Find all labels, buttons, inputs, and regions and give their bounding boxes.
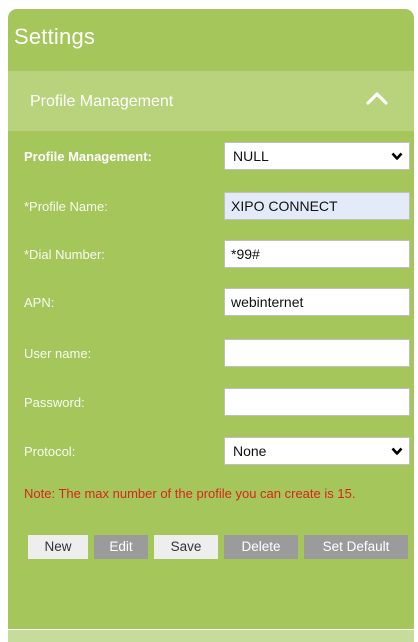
dial-number-label: *Dial Number: [24,247,105,262]
profile-name-label: *Profile Name: [24,199,108,214]
section-title: Profile Management [30,93,174,110]
password-row: Password: [0,388,418,424]
set-default-button[interactable]: Set Default [304,535,408,559]
protocol-label: Protocol: [24,444,76,459]
protocol-select[interactable]: None [224,437,410,465]
profile-management-section-header[interactable]: Profile Management [8,71,414,131]
chevron-down-icon [391,152,403,160]
user-name-label: User name: [24,346,92,361]
user-name-input[interactable] [224,339,410,367]
apn-row: APN: webinternet [0,288,418,324]
profile-management-select[interactable]: NULL [224,142,410,170]
dial-number-row: *Dial Number: *99# [0,240,418,276]
apn-label: APN: [24,295,55,310]
profile-management-row: Profile Management: NULL [0,142,418,178]
new-button[interactable]: New [28,535,88,559]
profile-limit-note: Note: The max number of the profile you … [24,486,356,501]
apn-input[interactable]: webinternet [224,288,410,316]
save-button[interactable]: Save [154,535,218,559]
chevron-down-icon [391,447,403,455]
password-label: Password: [24,395,85,410]
protocol-value: None [233,443,267,459]
page-title: Settings [14,24,96,49]
chevron-up-icon[interactable] [366,91,388,105]
protocol-row: Protocol: None [0,437,418,473]
profile-name-row: *Profile Name: XIPO CONNECT [0,192,418,228]
profile-name-input[interactable]: XIPO CONNECT [224,192,410,220]
delete-button[interactable]: Delete [224,535,298,559]
edit-button[interactable]: Edit [94,535,148,559]
profile-management-label: Profile Management: [24,149,152,164]
profile-management-value: NULL [233,148,269,164]
user-name-row: User name: [0,339,418,375]
password-input[interactable] [224,388,410,416]
dial-number-input[interactable]: *99# [224,240,410,268]
panel-footer-strip [8,630,414,642]
